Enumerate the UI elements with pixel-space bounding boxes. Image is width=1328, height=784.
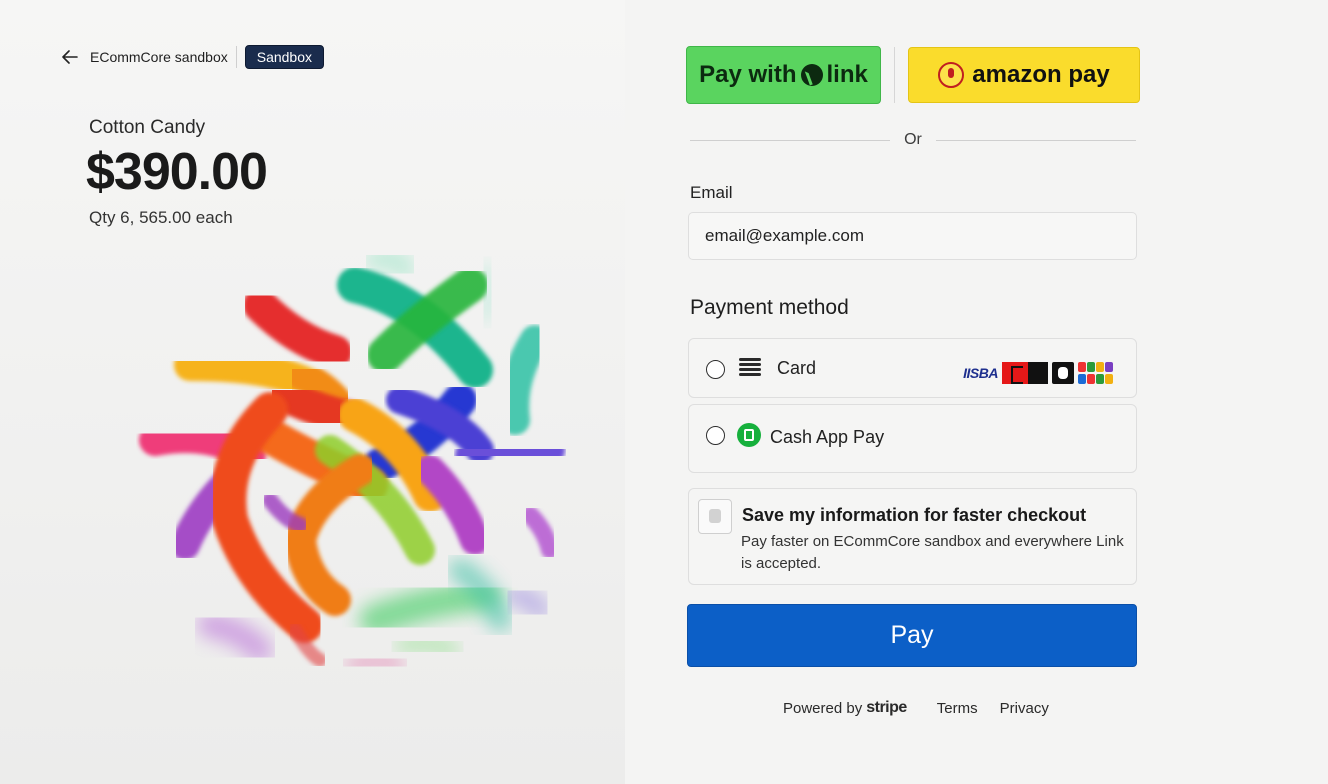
- product-image: [139, 247, 565, 675]
- card-radio[interactable]: [706, 360, 725, 379]
- wallet-divider: [894, 47, 895, 103]
- divider-line: [690, 139, 891, 141]
- link-logo-icon: [800, 64, 823, 86]
- mastercard-logo: [1002, 362, 1048, 384]
- link-brand-text: link: [826, 61, 868, 88]
- stripe-logo[interactable]: stripe: [866, 699, 907, 717]
- card-label: Card: [777, 358, 817, 378]
- back-arrow-icon[interactable]: [60, 47, 80, 67]
- email-field[interactable]: [688, 212, 1137, 260]
- save-info-checkbox[interactable]: [698, 499, 732, 534]
- header-divider: [235, 46, 237, 68]
- email-label: Email: [690, 183, 733, 202]
- card-brands: IISBA: [963, 362, 1116, 384]
- or-divider: Or: [690, 130, 1136, 150]
- cash-app-label: Cash App Pay: [770, 427, 885, 447]
- cash-app-radio[interactable]: [706, 426, 725, 445]
- amex-logo: [1052, 362, 1074, 384]
- amazon-pay-button[interactable]: amazon pay: [908, 47, 1140, 103]
- visa-logo: IISBA: [963, 365, 998, 381]
- or-text: Or: [904, 131, 922, 148]
- footer: Powered by stripe Terms Privacy: [783, 698, 1049, 718]
- card-icon: [739, 358, 761, 378]
- link-button-label: Pay with: [699, 61, 797, 88]
- save-info-description: Pay faster on ECommCore sandbox and ever…: [741, 533, 1124, 572]
- save-info-box: Save my information for faster checkout …: [688, 488, 1137, 585]
- terms-link[interactable]: Terms: [937, 700, 978, 717]
- payment-method-heading: Payment method: [690, 296, 849, 319]
- sandbox-badge: Sandbox: [244, 45, 325, 69]
- product-name: Cotton Candy: [89, 117, 206, 138]
- header-bar: ECommCore sandbox Sandbox: [60, 44, 325, 70]
- total-price: $390.00: [86, 143, 268, 201]
- amazon-pay-label: amazon pay: [972, 61, 1110, 88]
- save-info-title: Save my information for faster checkout: [742, 505, 1087, 525]
- pay-with-link-button[interactable]: Pay with link: [686, 46, 881, 104]
- discover-logo: [1078, 362, 1116, 384]
- powered-by-text: Powered by: [783, 699, 863, 717]
- pay-button[interactable]: Pay: [687, 604, 1137, 667]
- express-checkout: Pay with link amazon pay: [686, 46, 1140, 104]
- amazon-pay-icon: [938, 62, 965, 88]
- payment-option-cash-app[interactable]: Cash App Pay: [688, 404, 1137, 473]
- quantity-text: Qty 6, 565.00 each: [89, 208, 233, 227]
- divider-line: [935, 139, 1136, 141]
- payment-option-card[interactable]: Card IISBA: [688, 338, 1137, 398]
- order-summary-panel: ECommCore sandbox Sandbox Cotton Candy $…: [0, 0, 625, 784]
- cash-app-icon: [737, 423, 761, 447]
- privacy-link[interactable]: Privacy: [1000, 700, 1049, 717]
- merchant-name: ECommCore sandbox: [90, 49, 228, 65]
